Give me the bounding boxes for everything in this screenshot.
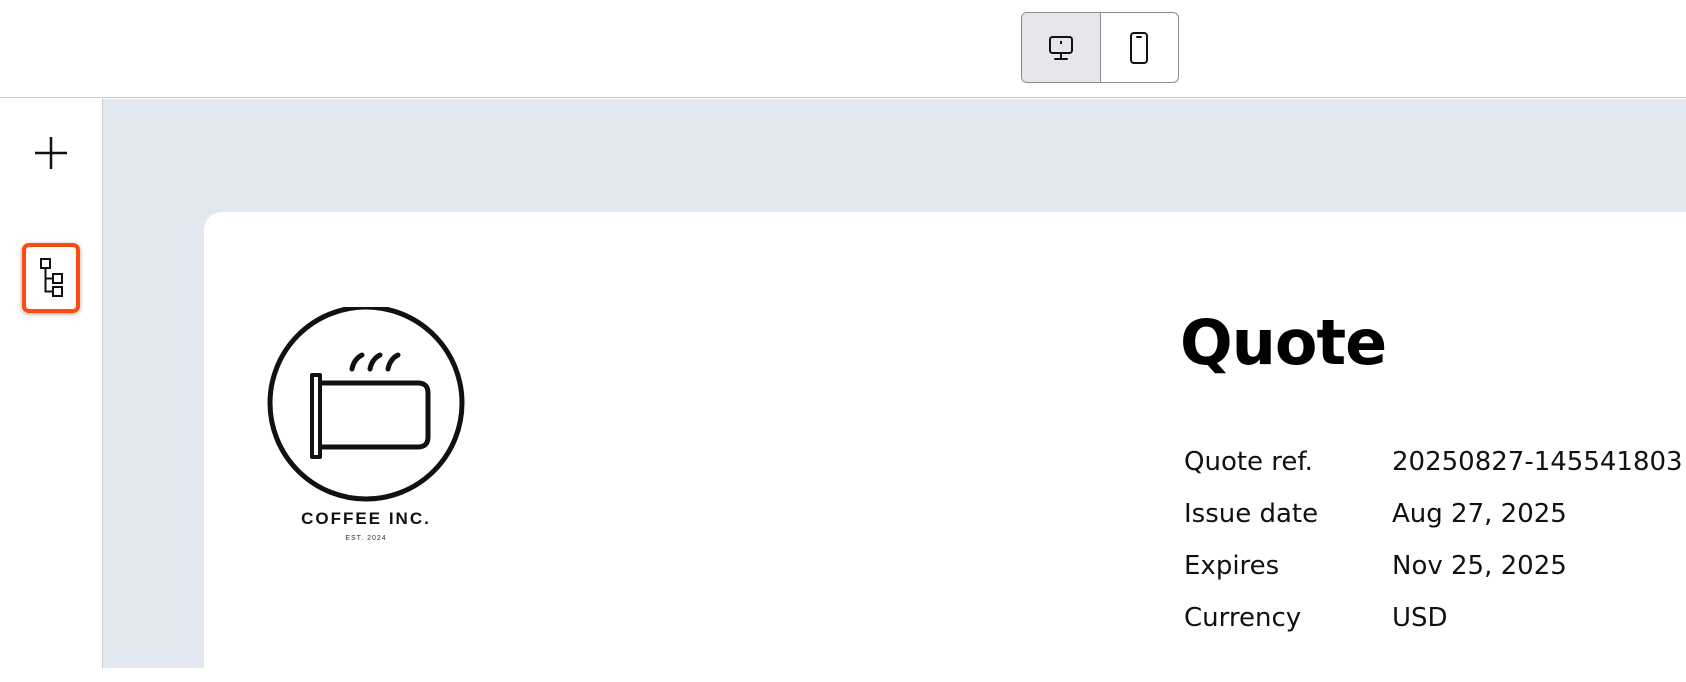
document-title: Quote: [1180, 306, 1387, 379]
left-sidebar: [0, 99, 103, 668]
add-element-button[interactable]: [22, 118, 80, 188]
layers-tree-button[interactable]: [22, 243, 80, 313]
plus-icon: [35, 137, 67, 169]
meta-row-expires: Expires Nov 25, 2025: [1184, 551, 1686, 603]
top-toolbar: [0, 0, 1686, 98]
editor-canvas: COFFEE INC. EST. 2024 Quote Quote ref. 2…: [103, 99, 1686, 682]
meta-label: Issue date: [1184, 499, 1319, 529]
meta-row-issue-date: Issue date Aug 27, 2025: [1184, 499, 1686, 551]
meta-label: Quote ref.: [1184, 447, 1313, 477]
phone-icon: [1130, 31, 1149, 64]
coffee-cup-logo-icon: [267, 307, 465, 502]
meta-value: Nov 25, 2025: [1392, 551, 1567, 581]
meta-row-currency: Currency USD: [1184, 603, 1686, 655]
meta-label: Currency: [1184, 603, 1302, 633]
desktop-view-button[interactable]: [1022, 13, 1100, 82]
monitor-icon: [1048, 35, 1073, 60]
meta-value: USD: [1392, 603, 1448, 633]
meta-value: 20250827-145541803: [1392, 447, 1683, 477]
meta-row-quote-ref: Quote ref. 20250827-145541803: [1184, 447, 1686, 499]
device-view-toggle: [1021, 12, 1179, 83]
logo-established: EST. 2024: [345, 535, 387, 542]
company-logo: COFFEE INC. EST. 2024: [266, 307, 466, 557]
quote-meta-table: Quote ref. 20250827-145541803 Issue date…: [1184, 447, 1686, 655]
meta-label: Expires: [1184, 551, 1280, 581]
tree-structure-icon: [40, 258, 63, 297]
mobile-view-button[interactable]: [1099, 13, 1179, 82]
meta-value: Aug 27, 2025: [1392, 499, 1567, 529]
quote-document[interactable]: COFFEE INC. EST. 2024 Quote Quote ref. 2…: [204, 212, 1686, 682]
logo-company-name: COFFEE INC.: [301, 509, 431, 528]
